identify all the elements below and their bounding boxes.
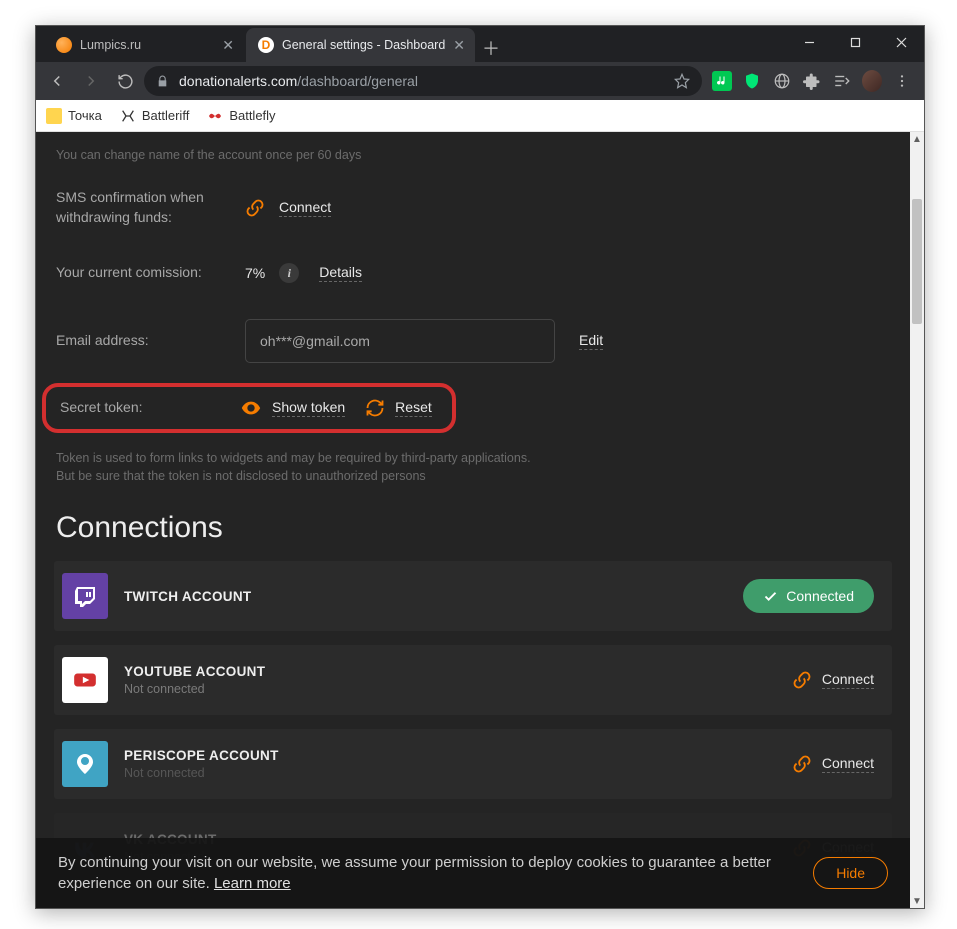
secret-token-label: Secret token: <box>60 398 220 418</box>
cookie-hide-button[interactable]: Hide <box>813 857 888 889</box>
vertical-scrollbar[interactable]: ▲ ▼ <box>910 132 924 908</box>
sms-connect-link[interactable]: Connect <box>279 199 331 217</box>
browser-window: Lumpics.ru ✕ D General settings - Dashbo… <box>35 25 925 909</box>
bookmark-tochka[interactable]: Точка <box>46 108 102 124</box>
scroll-down-arrow[interactable]: ▼ <box>910 894 924 908</box>
periscope-icon <box>62 741 108 787</box>
connection-card-periscope: PERISCOPE ACCOUNT Not connected Connect <box>54 729 892 799</box>
reload-button[interactable] <box>110 66 140 96</box>
extension-globe-icon[interactable] <box>772 71 792 91</box>
window-controls <box>786 26 924 58</box>
favicon-donationalerts: D <box>258 37 274 53</box>
youtube-connect-button[interactable]: Connect <box>792 670 874 690</box>
close-button[interactable] <box>878 26 924 58</box>
twitch-icon <box>62 573 108 619</box>
connections-header: Connections <box>36 485 910 561</box>
row-email: Email address: oh***@gmail.com Edit <box>36 301 910 381</box>
twitch-connected-pill[interactable]: Connected <box>743 579 874 613</box>
reading-list-icon[interactable] <box>832 71 852 91</box>
scrollbar-thumb[interactable] <box>912 199 922 324</box>
token-hint-2: But be sure that the token is not disclo… <box>56 469 890 483</box>
cookie-text: By continuing your visit on our website,… <box>58 852 793 894</box>
commission-details-link[interactable]: Details <box>319 264 362 282</box>
bookmark-star-icon[interactable] <box>674 73 690 89</box>
connect-label: Connect <box>822 671 874 689</box>
bookmarks-bar: Точка Battleriff Battlefly <box>36 100 924 132</box>
new-tab-button[interactable]: ＋ <box>477 34 505 62</box>
folder-icon <box>46 108 62 124</box>
email-input[interactable]: oh***@gmail.com <box>245 319 555 363</box>
commission-value: 7% <box>245 265 265 281</box>
tab-strip: Lumpics.ru ✕ D General settings - Dashbo… <box>44 28 505 62</box>
token-hint-1: Token is used to form links to widgets a… <box>56 451 890 465</box>
address-bar[interactable]: donationalerts.com/dashboard/general <box>144 66 702 96</box>
chain-icon <box>792 670 812 690</box>
page-content: You can change name of the account once … <box>36 132 910 908</box>
eye-icon <box>240 397 262 419</box>
kebab-menu-icon[interactable] <box>892 71 912 91</box>
browser-toolbar: donationalerts.com/dashboard/general <box>36 62 924 100</box>
favicon-lumpics <box>56 37 72 53</box>
twitch-title: TWITCH ACCOUNT <box>124 589 727 604</box>
lock-icon <box>156 75 169 88</box>
extension-green-icon[interactable] <box>712 71 732 91</box>
battlefly-icon <box>207 108 223 124</box>
connection-card-youtube: YOUTUBE ACCOUNT Not connected Connect <box>54 645 892 715</box>
show-token-button[interactable]: Show token <box>240 397 345 419</box>
chain-icon <box>792 754 812 774</box>
secret-token-highlight: Secret token: Show token Reset <box>42 383 456 433</box>
connect-label: Connect <box>822 755 874 773</box>
tab-dashboard[interactable]: D General settings - Dashboard ✕ <box>246 28 475 62</box>
connection-card-twitch: TWITCH ACCOUNT Connected <box>54 561 892 631</box>
extensions-area <box>706 71 918 91</box>
forward-button[interactable] <box>76 66 106 96</box>
email-label: Email address: <box>56 331 231 351</box>
chain-icon <box>245 198 265 218</box>
reset-token-label: Reset <box>395 399 432 417</box>
youtube-icon <box>62 657 108 703</box>
battleriff-icon <box>120 108 136 124</box>
back-button[interactable] <box>42 66 72 96</box>
extension-shield-icon[interactable] <box>742 71 762 91</box>
show-token-label: Show token <box>272 399 345 417</box>
periscope-title: PERISCOPE ACCOUNT <box>124 748 776 763</box>
extensions-puzzle-icon[interactable] <box>802 71 822 91</box>
periscope-status: Not connected <box>124 766 776 780</box>
bookmark-label: Точка <box>68 108 102 123</box>
connected-label: Connected <box>786 588 854 604</box>
bookmark-battlefly[interactable]: Battlefly <box>207 108 275 124</box>
row-sms-confirmation: SMS confirmation when withdrawing funds:… <box>36 170 910 245</box>
email-edit-link[interactable]: Edit <box>579 332 603 350</box>
bookmark-battleriff[interactable]: Battleriff <box>120 108 189 124</box>
tab-title: General settings - Dashboard <box>282 38 445 52</box>
titlebar: Lumpics.ru ✕ D General settings - Dashbo… <box>36 26 924 62</box>
bookmark-label: Battleriff <box>142 108 189 123</box>
close-icon[interactable]: ✕ <box>222 38 234 52</box>
bookmark-label: Battlefly <box>229 108 275 123</box>
row-commission: Your current comission: 7% i Details <box>36 245 910 301</box>
sms-label: SMS confirmation when withdrawing funds: <box>56 188 231 227</box>
check-icon <box>763 589 778 604</box>
tab-lumpics[interactable]: Lumpics.ru ✕ <box>44 28 244 62</box>
cookie-banner: By continuing your visit on our website,… <box>36 838 910 908</box>
periscope-connect-button[interactable]: Connect <box>792 754 874 774</box>
tab-title: Lumpics.ru <box>80 38 214 52</box>
email-value: oh***@gmail.com <box>260 333 370 349</box>
learn-more-link[interactable]: Learn more <box>214 875 291 892</box>
youtube-title: YOUTUBE ACCOUNT <box>124 664 776 679</box>
account-name-hint: You can change name of the account once … <box>56 148 890 162</box>
maximize-button[interactable] <box>832 26 878 58</box>
profile-avatar[interactable] <box>862 71 882 91</box>
url-text: donationalerts.com/dashboard/general <box>179 73 418 89</box>
minimize-button[interactable] <box>786 26 832 58</box>
refresh-icon <box>365 398 385 418</box>
commission-label: Your current comission: <box>56 263 231 283</box>
page-viewport: You can change name of the account once … <box>36 132 924 908</box>
close-icon[interactable]: ✕ <box>453 38 465 52</box>
youtube-status: Not connected <box>124 682 776 696</box>
reset-token-button[interactable]: Reset <box>365 398 432 418</box>
info-icon[interactable]: i <box>279 263 299 283</box>
scroll-up-arrow[interactable]: ▲ <box>910 132 924 146</box>
